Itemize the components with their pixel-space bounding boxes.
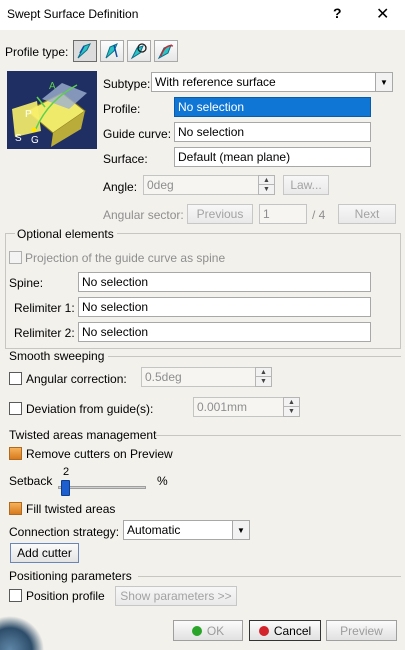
remove-cutters-label: Remove cutters on Preview [26, 447, 173, 461]
conic-profile-icon[interactable] [154, 40, 178, 62]
angular-sector-field[interactable]: 1 [259, 204, 307, 224]
ok-label: OK [206, 623, 225, 638]
subtype-combo[interactable]: With reference surface ▼ [151, 72, 393, 92]
setback-unit: % [157, 474, 168, 488]
chevron-down-icon[interactable]: ▼ [232, 521, 249, 539]
angular-correction-spinner[interactable]: ▲ ▼ [255, 367, 272, 387]
connection-strategy-combo[interactable]: Automatic ▼ [123, 520, 250, 540]
angular-correction-field[interactable]: 0.5deg [141, 367, 256, 387]
projection-label: Projection of the guide curve as spine [25, 251, 226, 265]
show-parameters-button[interactable]: Show parameters >> [115, 586, 237, 606]
surface-label: Surface: [103, 152, 148, 166]
twisted-areas-divider [156, 435, 401, 436]
connection-strategy-label: Connection strategy: [9, 525, 120, 539]
svg-text:S: S [15, 133, 22, 144]
subtype-label: Subtype: [103, 77, 151, 91]
next-button[interactable]: Next [338, 204, 396, 224]
svg-text:G: G [31, 135, 39, 146]
spine-label: Spine: [9, 276, 44, 290]
positioning-divider [138, 576, 401, 577]
angle-spinner[interactable]: ▲ ▼ [258, 175, 275, 195]
profile-selection-field[interactable]: No selection [174, 97, 371, 117]
window-title: Swept Surface Definition [7, 7, 139, 21]
angle-label: Angle: [103, 180, 138, 194]
position-profile-label: Position profile [26, 589, 105, 603]
circle-profile-icon[interactable] [127, 40, 151, 62]
setback-slider-track[interactable] [58, 486, 146, 489]
angular-sector-label: Angular sector: [103, 208, 184, 222]
swept-surface-preview-image: A P S G [7, 71, 97, 149]
explicit-profile-icon[interactable] [73, 40, 97, 62]
smooth-sweeping-title: Smooth sweeping [9, 349, 108, 363]
position-profile-checkbox[interactable] [9, 589, 22, 602]
angle-field[interactable]: 0deg [143, 175, 259, 195]
angular-correction-checkbox[interactable] [9, 372, 22, 385]
line-profile-icon[interactable] [100, 40, 124, 62]
surface-field[interactable]: Default (mean plane) [174, 147, 371, 167]
projection-checkbox[interactable] [9, 251, 22, 264]
relimiter1-label: Relimiter 1: [14, 301, 75, 315]
optional-elements-title: Optional elements [15, 227, 117, 241]
corner-compass-decoration [0, 615, 44, 650]
deviation-spinner[interactable]: ▲ ▼ [283, 397, 300, 417]
ok-button[interactable]: OK [173, 620, 243, 641]
smooth-sweeping-divider [108, 356, 401, 357]
deviation-field[interactable]: 0.001mm [193, 397, 284, 417]
setback-label: Setback [9, 474, 53, 488]
chevron-down-icon[interactable]: ▼ [375, 73, 392, 91]
angular-sector-total: / 4 [312, 208, 326, 222]
relimiter1-field[interactable]: No selection [78, 297, 371, 317]
positioning-title: Positioning parameters [9, 569, 135, 583]
guide-curve-label: Guide curve: [103, 127, 172, 141]
svg-text:A: A [49, 81, 56, 92]
svg-text:P: P [25, 109, 32, 120]
relimiter2-label: Relimiter 2: [14, 326, 75, 340]
connection-strategy-value: Automatic [127, 523, 181, 537]
profile-label: Profile: [103, 102, 141, 116]
preview-button[interactable]: Preview [326, 620, 397, 641]
fill-twisted-label: Fill twisted areas [26, 502, 116, 516]
guide-curve-field[interactable]: No selection [174, 122, 371, 142]
law-button[interactable]: Law... [283, 175, 329, 195]
remove-cutters-checkbox[interactable] [9, 447, 22, 460]
subtype-value: With reference surface [155, 75, 276, 89]
setback-slider-thumb[interactable] [61, 480, 70, 496]
add-cutter-button[interactable]: Add cutter [10, 543, 79, 563]
cancel-label: Cancel [273, 623, 312, 638]
twisted-areas-title: Twisted areas management [9, 428, 160, 442]
ok-icon [191, 625, 202, 636]
angular-correction-label: Angular correction: [26, 372, 127, 386]
title-bar: Swept Surface Definition ? ✕ [0, 0, 405, 30]
profile-type-label: Profile type: [5, 45, 69, 59]
previous-button[interactable]: Previous [187, 204, 253, 224]
setback-value: 2 [63, 466, 70, 478]
help-button[interactable]: ? [333, 5, 342, 21]
deviation-checkbox[interactable] [9, 402, 22, 415]
cancel-icon [258, 625, 269, 636]
deviation-label: Deviation from guide(s): [26, 402, 154, 416]
cancel-button[interactable]: Cancel [249, 620, 321, 641]
close-button[interactable]: ✕ [376, 4, 389, 24]
fill-twisted-checkbox[interactable] [9, 502, 22, 515]
spine-field[interactable]: No selection [78, 272, 371, 292]
relimiter2-field[interactable]: No selection [78, 322, 371, 342]
